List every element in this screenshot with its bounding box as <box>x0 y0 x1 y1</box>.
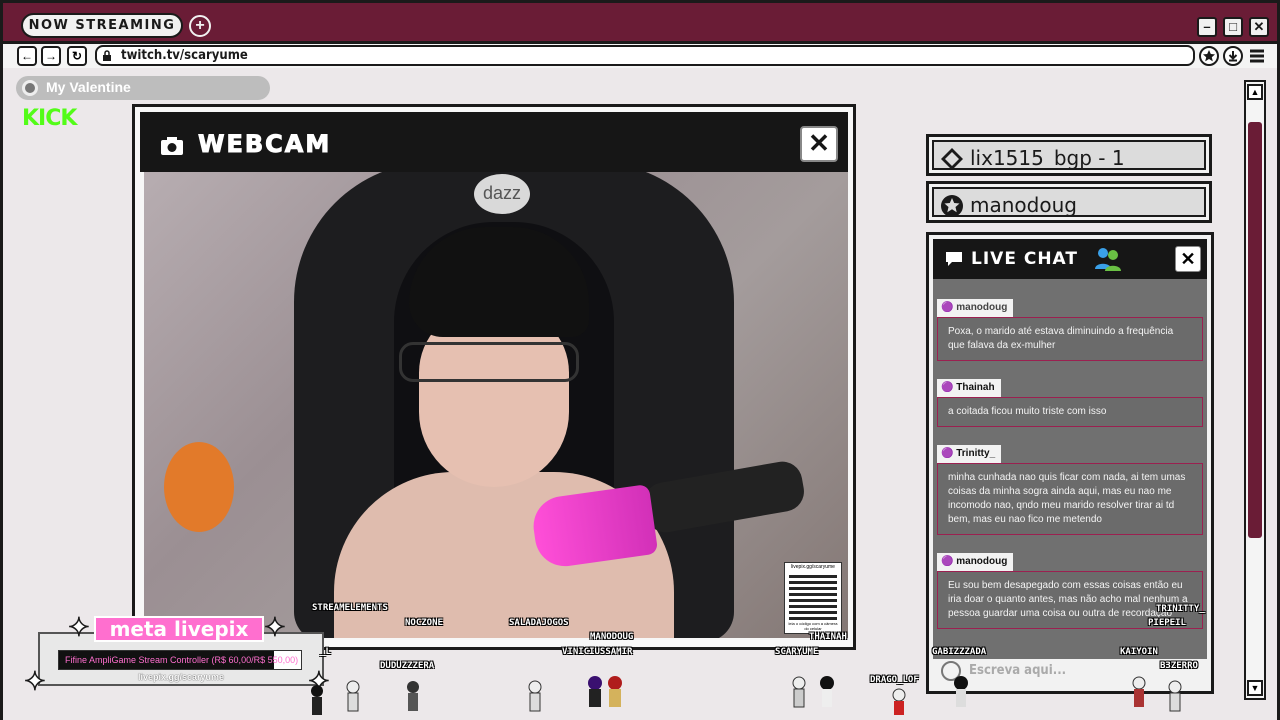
viewer-name: STREAMELEMENTS <box>312 603 388 613</box>
viewer-avatar <box>892 688 906 715</box>
star-decor-icon: ✦ <box>67 612 90 642</box>
diamond-icon <box>941 148 963 170</box>
msn-buddies-icon <box>1095 248 1121 271</box>
viewer-avatar <box>820 676 834 707</box>
panel-inner: manodoug <box>932 187 1206 217</box>
streamer-glasses <box>399 342 579 382</box>
now-playing-bar: My Valentine <box>16 76 270 100</box>
panel-last-follower: manodoug <box>926 181 1212 223</box>
viewer-avatar <box>528 680 542 712</box>
viewer-name: NOCZONE <box>405 618 443 628</box>
viewer-avatar <box>346 680 360 712</box>
viewer-name: B3ZERRO <box>1160 661 1198 671</box>
chat-placeholder: Escreva aqui... <box>969 663 1067 678</box>
viewer-name: TRINITTY_ <box>1156 604 1205 614</box>
qr-caption: leia o código com a câmera do celular <box>788 621 838 631</box>
new-tab-button[interactable]: + <box>189 15 211 37</box>
viewer-name: _L <box>320 647 331 657</box>
webcam-close-button[interactable]: ✕ <box>800 126 838 162</box>
chat-author: 🟣 manodoug <box>937 553 1014 571</box>
viewer-name: GABIZZZADA <box>932 647 987 657</box>
livepix-title: meta livepix <box>94 616 264 642</box>
panel-inner: lix1515_bgp - 1 <box>932 140 1206 170</box>
chat-author: 🟣 Trinitty_ <box>937 445 1002 463</box>
lock-icon <box>103 50 111 61</box>
viewer-name: MANODOUG <box>590 632 634 642</box>
viewer-avatar <box>1168 680 1182 712</box>
song-title: My Valentine <box>46 79 131 95</box>
chair-logo: dazz <box>474 174 530 214</box>
viewer-name: VINICIUSSAMIR <box>562 647 633 657</box>
star-decor-icon: ✦ <box>263 612 286 642</box>
scroll-down-icon[interactable]: ▼ <box>1247 680 1263 696</box>
browser-nav-bar: ← → ↻ twitch.tv/scaryume <box>0 44 1280 68</box>
chat-header: LIVE CHAT ✕ <box>933 239 1207 279</box>
viewer-name: DUDUZZZERA <box>380 661 435 671</box>
page-scrollbar[interactable]: ▲ ▼ <box>1244 80 1266 700</box>
qr-code-icon <box>789 572 837 620</box>
chat-message: minha cunhada nao quis ficar com nada, a… <box>937 463 1203 535</box>
last-follower-text: manodoug <box>970 193 1077 217</box>
viewer-name: SCARYUME <box>775 647 819 657</box>
viewer-name: KAIYOIN <box>1120 647 1158 657</box>
chat-author: 🟣 manodoug <box>937 299 1014 317</box>
menu-icon[interactable] <box>1247 46 1267 66</box>
livepix-url: livepix.gg/scaryume <box>137 672 225 682</box>
minimize-icon[interactable]: – <box>1197 17 1217 37</box>
forward-arrow-icon[interactable]: → <box>41 46 61 66</box>
webcam-title: WEBCAM <box>197 130 332 159</box>
address-bar[interactable]: twitch.tv/scaryume <box>95 45 1195 66</box>
viewer-avatar <box>407 681 419 711</box>
panel-top-donor: lix1515_bgp - 1 <box>926 134 1212 176</box>
chat-author: 🟣 Thainah <box>937 379 1001 397</box>
favorite-star-icon[interactable] <box>1199 46 1219 66</box>
viewer-avatar <box>954 676 968 707</box>
star-icon <box>941 195 963 217</box>
viewer-avatar <box>588 676 602 707</box>
viewer-avatar <box>1132 676 1146 707</box>
viewer-name: SALADAJOGOS <box>509 618 569 628</box>
top-donor-text: lix1515_bgp - 1 <box>970 146 1125 170</box>
viewer-name: DRAGO_LOF <box>870 675 919 685</box>
download-icon[interactable] <box>1223 46 1243 66</box>
chat-bubble-icon <box>946 252 962 266</box>
now-streaming-badge: NOW STREAMING <box>21 13 183 38</box>
disc-icon <box>22 80 38 96</box>
chat-close-button[interactable]: ✕ <box>1175 246 1201 272</box>
viewer-name: THAINAH <box>809 632 847 642</box>
qr-url: livepix.gg/scaryume <box>791 564 835 570</box>
chat-message: a coitada ficou muito triste com isso <box>937 397 1203 427</box>
reload-icon[interactable]: ↻ <box>67 46 87 66</box>
scroll-thumb[interactable] <box>1248 122 1262 538</box>
viewer-avatar <box>608 676 622 707</box>
chat-message: Poxa, o marido até estava diminuindo a f… <box>937 317 1203 361</box>
close-icon[interactable]: ✕ <box>1249 17 1269 37</box>
webcam-window: WEBCAM ✕ dazz livepix.gg/scaryume leia o… <box>132 104 856 650</box>
kick-logo: KICK <box>22 106 77 131</box>
chat-title: LIVE CHAT <box>971 249 1078 269</box>
qr-code-card[interactable]: livepix.gg/scaryume leia o código com a … <box>784 562 842 634</box>
webcam-header: WEBCAM ✕ <box>140 112 848 172</box>
livepix-progress-bar: Fifine AmpliGame Stream Controller (R$ 6… <box>58 650 302 670</box>
viewer-avatar <box>792 676 806 708</box>
viewer-avatar <box>311 685 323 715</box>
browser-title-bar: NOW STREAMING + – □ ✕ <box>0 0 1280 44</box>
back-arrow-icon[interactable]: ← <box>17 46 37 66</box>
viewer-name: PIEPEIL <box>1148 618 1186 628</box>
pumpkin-decor <box>164 442 234 532</box>
camera-icon <box>161 137 183 155</box>
webcam-video: dazz livepix.gg/scaryume leia o código c… <box>144 172 848 638</box>
scroll-up-icon[interactable]: ▲ <box>1247 84 1263 100</box>
chat-messages[interactable]: 🟣 manodoug Poxa, o marido até estava dim… <box>933 279 1207 659</box>
livepix-goal-text: Fifine AmpliGame Stream Controller (R$ 6… <box>65 655 299 665</box>
url-text: twitch.tv/scaryume <box>121 48 248 63</box>
maximize-icon[interactable]: □ <box>1223 17 1243 37</box>
